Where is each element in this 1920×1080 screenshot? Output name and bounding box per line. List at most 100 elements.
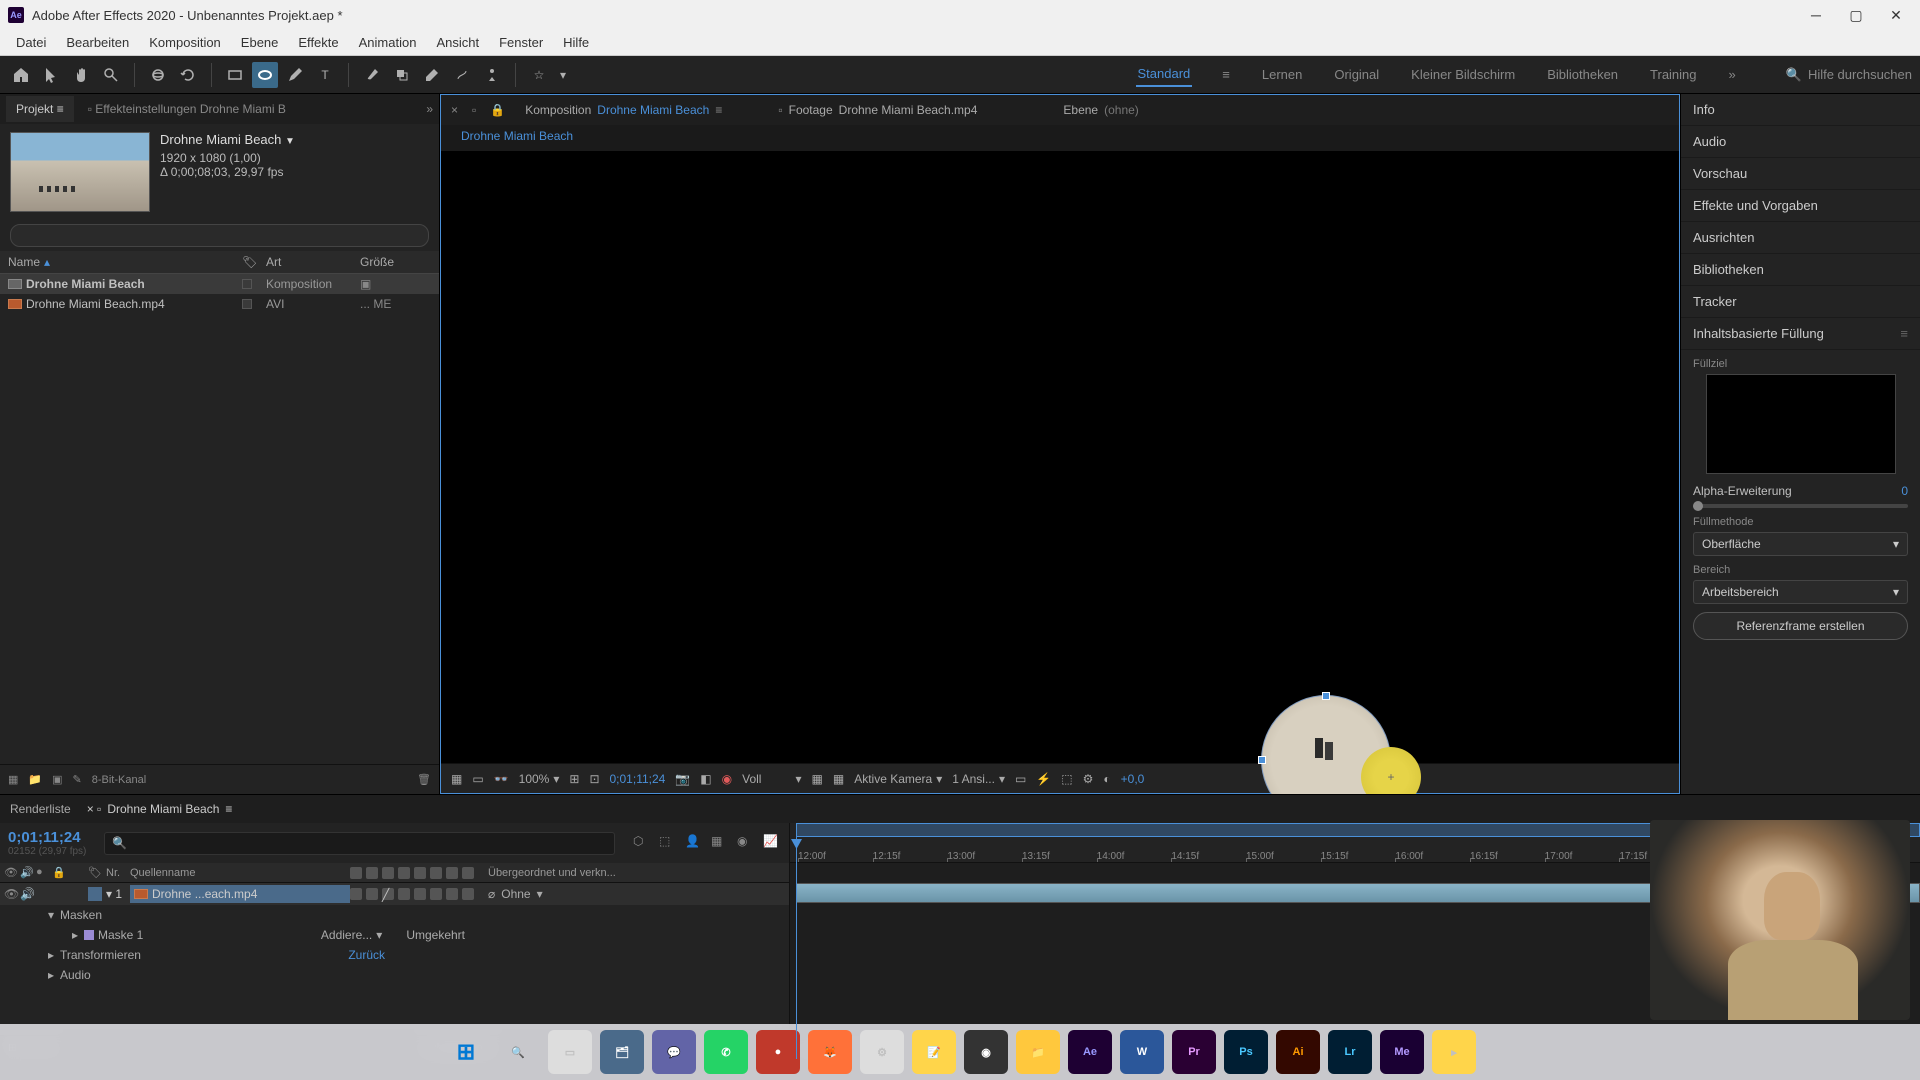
workspace-training[interactable]: Training: [1648, 63, 1698, 86]
close-button[interactable]: ✕: [1888, 7, 1904, 23]
layer-lock-toggle[interactable]: [52, 887, 66, 901]
layer-quality[interactable]: ╱: [382, 888, 394, 900]
zoom-tool[interactable]: [98, 62, 124, 88]
panel-audio[interactable]: Audio: [1681, 126, 1920, 158]
taskbar-app1[interactable]: ⚙: [860, 1030, 904, 1074]
resolution-icon[interactable]: ⊞: [569, 772, 579, 786]
taskbar-tasks[interactable]: ▭: [548, 1030, 592, 1074]
taskbar-overflow[interactable]: ▸: [1432, 1030, 1476, 1074]
taskbar-illustrator[interactable]: Ai: [1276, 1030, 1320, 1074]
layer-solo-toggle[interactable]: [36, 887, 50, 901]
mask-invert-checkbox[interactable]: Umgekehrt: [406, 928, 465, 942]
name-column[interactable]: Quellenname: [130, 867, 350, 879]
layer-collapse[interactable]: [366, 888, 378, 900]
menu-datei[interactable]: Datei: [6, 31, 56, 54]
viewer-tab-layer[interactable]: Ebene (ohne): [1057, 99, 1144, 121]
zoom-dropdown[interactable]: 100% ▾: [519, 772, 560, 786]
col-size[interactable]: Größe: [360, 255, 431, 269]
transform-expand-caret[interactable]: ▸: [48, 948, 60, 962]
taskbar-whatsapp[interactable]: ✆: [704, 1030, 748, 1074]
exposure-reset-icon[interactable]: ◐: [1103, 772, 1110, 786]
fill-range-dropdown[interactable]: Arbeitsbereich▾: [1693, 580, 1908, 604]
panel-vorschau[interactable]: Vorschau: [1681, 158, 1920, 190]
menu-ansicht[interactable]: Ansicht: [426, 31, 489, 54]
eraser-tool[interactable]: [419, 62, 445, 88]
views-dropdown[interactable]: 1 Ansi... ▾: [952, 772, 1005, 786]
layer-shy[interactable]: [350, 888, 362, 900]
3d-icon[interactable]: ⬚: [1061, 772, 1072, 786]
prop-masks[interactable]: ▾ Masken: [0, 905, 789, 925]
pickwhip-icon[interactable]: ⌀: [488, 887, 495, 901]
layer-label-swatch[interactable]: [88, 887, 102, 901]
comp-tab-menu-icon[interactable]: ≡: [715, 103, 722, 117]
taskbar-photoshop[interactable]: Ps: [1224, 1030, 1268, 1074]
snap-options[interactable]: ▾: [556, 62, 570, 88]
lock-column-icon[interactable]: 🔒: [52, 866, 66, 880]
workspace-menu-icon[interactable]: ≡: [1220, 63, 1232, 86]
motion-blur-icon[interactable]: ◉: [737, 834, 755, 852]
alpha-toggle-icon[interactable]: ▦: [451, 772, 462, 786]
mask1-expand-caret[interactable]: ▸: [72, 928, 84, 942]
label-swatch[interactable]: [242, 299, 252, 309]
label-column[interactable]: 🏷: [88, 866, 106, 879]
layer-fx[interactable]: [398, 888, 410, 900]
fast-preview-icon[interactable]: ⚡: [1036, 772, 1051, 786]
panel-ausrichten[interactable]: Ausrichten: [1681, 222, 1920, 254]
alpha-expansion-slider[interactable]: [1693, 504, 1908, 508]
mask-color-swatch[interactable]: [84, 930, 94, 940]
project-tab[interactable]: Projekt ≡: [6, 96, 74, 122]
solo-column-icon[interactable]: ●: [36, 866, 50, 880]
roto-tool[interactable]: [449, 62, 475, 88]
resolution-dropdown[interactable]: Voll ▾: [742, 772, 801, 786]
maximize-button[interactable]: ▢: [1848, 7, 1864, 23]
comp-flowchart-icon[interactable]: ⬡: [633, 834, 651, 852]
layer-blend[interactable]: [414, 888, 426, 900]
exposure-value[interactable]: +0,0: [1121, 772, 1145, 786]
guides-icon[interactable]: ▦: [833, 772, 844, 786]
taskbar-rec[interactable]: ●: [756, 1030, 800, 1074]
col-label[interactable]: 🏷: [242, 255, 262, 269]
create-reference-frame-button[interactable]: Referenzframe erstellen: [1693, 612, 1908, 640]
show-snapshot-icon[interactable]: ◧: [700, 772, 711, 786]
taskbar-after-effects[interactable]: Ae: [1068, 1030, 1112, 1074]
ellipse-tool[interactable]: [252, 62, 278, 88]
label-swatch[interactable]: [242, 279, 252, 289]
taskbar-notes[interactable]: 📝: [912, 1030, 956, 1074]
taskbar-premiere[interactable]: Pr: [1172, 1030, 1216, 1074]
prop-audio[interactable]: ▸ Audio: [0, 965, 789, 985]
panel-info[interactable]: Info: [1681, 94, 1920, 126]
help-search[interactable]: 🔍 Hilfe durchsuchen: [1786, 67, 1912, 83]
layer-speaker-toggle[interactable]: 🔊: [20, 887, 34, 901]
timeline-layer-1[interactable]: 👁 🔊 ▾ 1 Drohne ...each.mp4 ╱: [0, 883, 789, 905]
rectangle-tool[interactable]: [222, 62, 248, 88]
channel-icon[interactable]: ▭: [472, 772, 483, 786]
timeline-tab-renderliste[interactable]: Renderliste: [10, 802, 71, 816]
trash-icon[interactable]: 🗑: [417, 773, 431, 786]
workspace-standard[interactable]: Standard: [1136, 62, 1193, 87]
composition-viewport[interactable]: [441, 151, 1679, 763]
masks-expand-caret[interactable]: ▾: [48, 908, 60, 922]
audio-expand-caret[interactable]: ▸: [48, 968, 60, 982]
eye-column-icon[interactable]: 👁: [4, 866, 18, 880]
viewer-timecode[interactable]: 0;01;11;24: [610, 772, 666, 786]
layer-parent-dropdown[interactable]: ⌀ Ohne ▾: [488, 887, 785, 901]
project-search-input[interactable]: [10, 224, 429, 247]
taskbar-obs[interactable]: ◉: [964, 1030, 1008, 1074]
mask-toggle-icon[interactable]: 👓: [494, 772, 509, 786]
transparency-grid-icon[interactable]: ▦: [812, 772, 823, 786]
layer-eye-toggle[interactable]: 👁: [4, 887, 18, 901]
adjust-icon[interactable]: ✎: [73, 773, 82, 786]
pen-tool[interactable]: [282, 62, 308, 88]
text-tool[interactable]: T: [312, 62, 338, 88]
timeline-timecode[interactable]: 0;01;11;24: [8, 829, 86, 846]
new-folder-icon[interactable]: 📁: [28, 773, 42, 786]
color-mgmt-icon[interactable]: ◉: [722, 772, 732, 786]
taskbar-explorer[interactable]: 🗂: [600, 1030, 644, 1074]
rotate-tool[interactable]: [175, 62, 201, 88]
col-name[interactable]: Name ▴: [8, 255, 238, 269]
prop-mask-1[interactable]: ▸ Maske 1 Addiere...▾ Umgekehrt: [0, 925, 789, 945]
workspace-kleiner[interactable]: Kleiner Bildschirm: [1409, 63, 1517, 86]
menu-fenster[interactable]: Fenster: [489, 31, 553, 54]
taskbar-lightroom[interactable]: Lr: [1328, 1030, 1372, 1074]
timeline-tab-comp[interactable]: × ▫ Drohne Miami Beach ≡: [87, 802, 233, 816]
